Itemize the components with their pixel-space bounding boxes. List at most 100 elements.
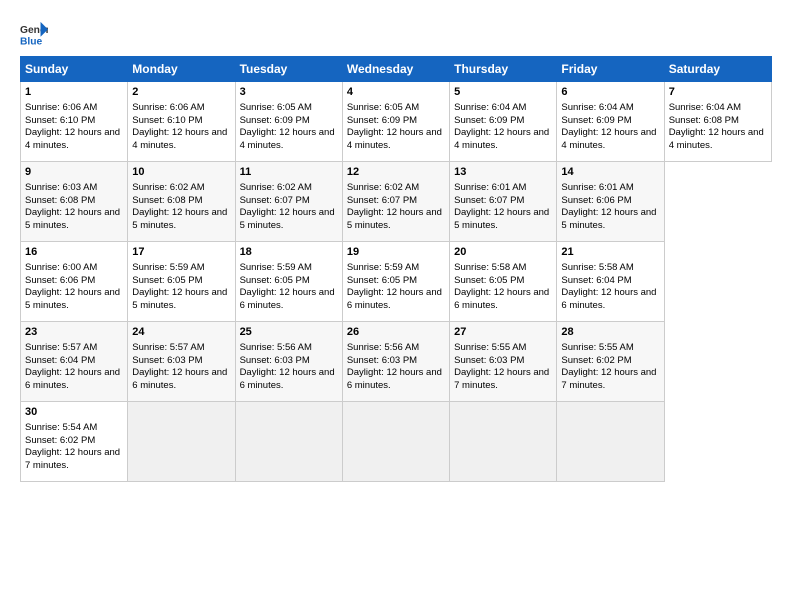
calendar-table: SundayMondayTuesdayWednesdayThursdayFrid…	[20, 56, 772, 482]
day-number: 5	[454, 85, 552, 100]
sunset-label: Sunset: 6:03 PM	[132, 355, 202, 366]
sunrise-label: Sunrise: 6:02 AM	[347, 182, 419, 193]
calendar-week-row: 9 Sunrise: 6:03 AM Sunset: 6:08 PM Dayli…	[21, 162, 772, 242]
daylight-label: Daylight: 12 hours and 5 minutes.	[25, 287, 120, 311]
sunrise-label: Sunrise: 5:59 AM	[240, 262, 312, 273]
calendar-week-row: 16 Sunrise: 6:00 AM Sunset: 6:06 PM Dayl…	[21, 242, 772, 322]
calendar-cell: 23 Sunrise: 5:57 AM Sunset: 6:04 PM Dayl…	[21, 322, 128, 402]
calendar-cell: 20 Sunrise: 5:58 AM Sunset: 6:05 PM Dayl…	[450, 242, 557, 322]
daylight-label: Daylight: 12 hours and 5 minutes.	[132, 207, 227, 231]
sunrise-label: Sunrise: 6:01 AM	[561, 182, 633, 193]
sunrise-label: Sunrise: 6:04 AM	[561, 102, 633, 113]
sunset-label: Sunset: 6:08 PM	[132, 195, 202, 206]
sunrise-label: Sunrise: 6:04 AM	[454, 102, 526, 113]
day-number: 17	[132, 245, 230, 260]
calendar-cell	[342, 402, 449, 482]
calendar-cell: 18 Sunrise: 5:59 AM Sunset: 6:05 PM Dayl…	[235, 242, 342, 322]
calendar-cell	[557, 402, 664, 482]
calendar-header-row: SundayMondayTuesdayWednesdayThursdayFrid…	[21, 57, 772, 82]
sunset-label: Sunset: 6:08 PM	[669, 115, 739, 126]
sunrise-label: Sunrise: 6:03 AM	[25, 182, 97, 193]
sunset-label: Sunset: 6:08 PM	[25, 195, 95, 206]
sunrise-label: Sunrise: 6:00 AM	[25, 262, 97, 273]
day-number: 7	[669, 85, 767, 100]
sunset-label: Sunset: 6:09 PM	[454, 115, 524, 126]
weekday-header-thursday: Thursday	[450, 57, 557, 82]
sunrise-label: Sunrise: 6:02 AM	[240, 182, 312, 193]
calendar-cell: 17 Sunrise: 5:59 AM Sunset: 6:05 PM Dayl…	[128, 242, 235, 322]
daylight-label: Daylight: 12 hours and 7 minutes.	[561, 367, 656, 391]
calendar-cell: 12 Sunrise: 6:02 AM Sunset: 6:07 PM Dayl…	[342, 162, 449, 242]
day-number: 16	[25, 245, 123, 260]
day-number: 24	[132, 325, 230, 340]
day-number: 30	[25, 405, 123, 420]
sunset-label: Sunset: 6:03 PM	[240, 355, 310, 366]
calendar-cell: 25 Sunrise: 5:56 AM Sunset: 6:03 PM Dayl…	[235, 322, 342, 402]
calendar-cell: 10 Sunrise: 6:02 AM Sunset: 6:08 PM Dayl…	[128, 162, 235, 242]
daylight-label: Daylight: 12 hours and 6 minutes.	[132, 367, 227, 391]
calendar-cell: 24 Sunrise: 5:57 AM Sunset: 6:03 PM Dayl…	[128, 322, 235, 402]
sunrise-label: Sunrise: 5:54 AM	[25, 422, 97, 433]
sunset-label: Sunset: 6:04 PM	[25, 355, 95, 366]
day-number: 14	[561, 165, 659, 180]
weekday-header-monday: Monday	[128, 57, 235, 82]
day-number: 10	[132, 165, 230, 180]
calendar-cell: 9 Sunrise: 6:03 AM Sunset: 6:08 PM Dayli…	[21, 162, 128, 242]
sunset-label: Sunset: 6:07 PM	[240, 195, 310, 206]
sunset-label: Sunset: 6:03 PM	[454, 355, 524, 366]
day-number: 18	[240, 245, 338, 260]
daylight-label: Daylight: 12 hours and 5 minutes.	[132, 287, 227, 311]
daylight-label: Daylight: 12 hours and 6 minutes.	[347, 367, 442, 391]
day-number: 20	[454, 245, 552, 260]
sunset-label: Sunset: 6:03 PM	[347, 355, 417, 366]
calendar-cell: 2 Sunrise: 6:06 AM Sunset: 6:10 PM Dayli…	[128, 82, 235, 162]
day-number: 9	[25, 165, 123, 180]
sunrise-label: Sunrise: 5:59 AM	[132, 262, 204, 273]
day-number: 25	[240, 325, 338, 340]
daylight-label: Daylight: 12 hours and 4 minutes.	[561, 127, 656, 151]
calendar-cell: 30 Sunrise: 5:54 AM Sunset: 6:02 PM Dayl…	[21, 402, 128, 482]
calendar-cell: 11 Sunrise: 6:02 AM Sunset: 6:07 PM Dayl…	[235, 162, 342, 242]
sunrise-label: Sunrise: 5:57 AM	[132, 342, 204, 353]
sunrise-label: Sunrise: 6:05 AM	[347, 102, 419, 113]
calendar-cell: 27 Sunrise: 5:55 AM Sunset: 6:03 PM Dayl…	[450, 322, 557, 402]
calendar-cell: 19 Sunrise: 5:59 AM Sunset: 6:05 PM Dayl…	[342, 242, 449, 322]
page: General Blue SundayMondayTuesdayWednesda…	[0, 0, 792, 612]
sunrise-label: Sunrise: 5:56 AM	[347, 342, 419, 353]
daylight-label: Daylight: 12 hours and 4 minutes.	[240, 127, 335, 151]
sunrise-label: Sunrise: 5:58 AM	[561, 262, 633, 273]
day-number: 28	[561, 325, 659, 340]
daylight-label: Daylight: 12 hours and 7 minutes.	[25, 447, 120, 471]
daylight-label: Daylight: 12 hours and 4 minutes.	[25, 127, 120, 151]
day-number: 27	[454, 325, 552, 340]
day-number: 12	[347, 165, 445, 180]
day-number: 6	[561, 85, 659, 100]
sunset-label: Sunset: 6:05 PM	[454, 275, 524, 286]
calendar-cell	[128, 402, 235, 482]
calendar-cell	[235, 402, 342, 482]
calendar-cell	[450, 402, 557, 482]
calendar-cell: 26 Sunrise: 5:56 AM Sunset: 6:03 PM Dayl…	[342, 322, 449, 402]
sunrise-label: Sunrise: 6:05 AM	[240, 102, 312, 113]
calendar-cell: 3 Sunrise: 6:05 AM Sunset: 6:09 PM Dayli…	[235, 82, 342, 162]
calendar-week-row: 1 Sunrise: 6:06 AM Sunset: 6:10 PM Dayli…	[21, 82, 772, 162]
sunrise-label: Sunrise: 6:01 AM	[454, 182, 526, 193]
sunset-label: Sunset: 6:10 PM	[25, 115, 95, 126]
daylight-label: Daylight: 12 hours and 6 minutes.	[240, 287, 335, 311]
day-number: 26	[347, 325, 445, 340]
sunset-label: Sunset: 6:04 PM	[561, 275, 631, 286]
weekday-header-tuesday: Tuesday	[235, 57, 342, 82]
day-number: 4	[347, 85, 445, 100]
daylight-label: Daylight: 12 hours and 5 minutes.	[454, 207, 549, 231]
day-number: 2	[132, 85, 230, 100]
calendar-cell: 5 Sunrise: 6:04 AM Sunset: 6:09 PM Dayli…	[450, 82, 557, 162]
sunset-label: Sunset: 6:05 PM	[240, 275, 310, 286]
daylight-label: Daylight: 12 hours and 6 minutes.	[454, 287, 549, 311]
weekday-header-saturday: Saturday	[664, 57, 771, 82]
day-number: 23	[25, 325, 123, 340]
sunrise-label: Sunrise: 5:55 AM	[561, 342, 633, 353]
day-number: 1	[25, 85, 123, 100]
sunset-label: Sunset: 6:06 PM	[25, 275, 95, 286]
calendar-cell: 13 Sunrise: 6:01 AM Sunset: 6:07 PM Dayl…	[450, 162, 557, 242]
sunset-label: Sunset: 6:05 PM	[132, 275, 202, 286]
